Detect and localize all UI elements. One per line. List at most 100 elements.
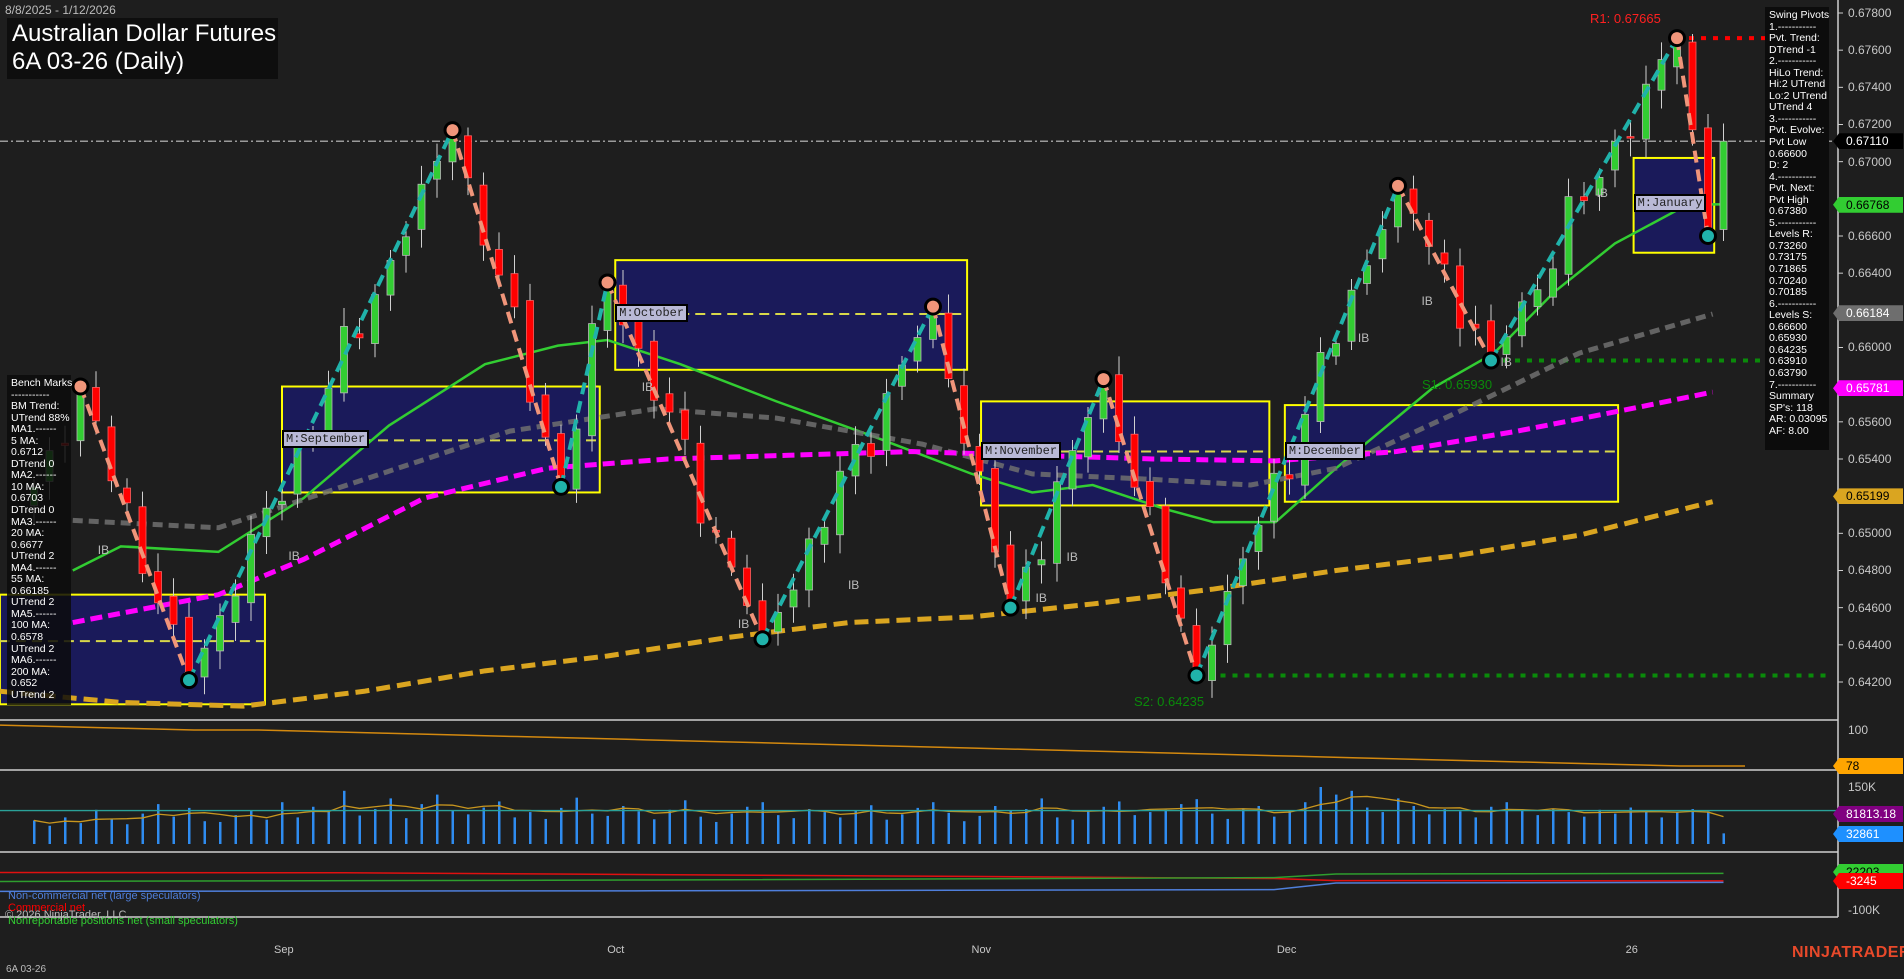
info-line: 0.6578: [11, 632, 67, 644]
candle-down: [697, 443, 704, 523]
info-line: BM Trend:: [11, 401, 67, 413]
volume-bar: [1537, 815, 1540, 844]
pivot-low-marker: [183, 674, 195, 686]
volume-badge: 81813.18: [1833, 806, 1903, 822]
volume-bar: [467, 814, 470, 844]
volume-bar: [1320, 787, 1323, 844]
candle-up: [248, 534, 255, 602]
info-line: Pvt Low: [1769, 137, 1825, 149]
volume-bar: [545, 819, 548, 844]
s1-label: S1: 0.65930: [1422, 377, 1492, 392]
candle-down: [1627, 137, 1634, 139]
volume-bar: [1583, 817, 1586, 844]
candle-down: [992, 468, 999, 551]
candle-up: [1534, 290, 1541, 307]
ib-label: IB: [642, 380, 653, 394]
volume-bar: [219, 822, 222, 844]
volume-bar: [1087, 811, 1090, 844]
price-axis-label: 0.67400: [1848, 80, 1891, 94]
cot-noncommercial-line: [0, 882, 1724, 891]
volume-bar: [452, 811, 455, 844]
volume-bar: [1723, 833, 1726, 844]
volume-bar: [1025, 809, 1028, 844]
pivot-high-marker: [447, 124, 459, 136]
candle-down: [868, 444, 875, 457]
date-range: 8/8/2025 - 1/12/2026: [5, 3, 116, 17]
volume-bar: [1614, 814, 1617, 844]
month-label: M:December: [1285, 442, 1365, 460]
instrument-name: Australian Dollar Futures: [12, 20, 273, 48]
candle-up: [821, 527, 828, 544]
volume-bar: [281, 802, 284, 844]
price-axis-label: 0.64400: [1848, 638, 1891, 652]
volume-bar: [824, 812, 827, 844]
candle-down: [1457, 266, 1464, 328]
pivot-low-marker: [1005, 602, 1017, 614]
volume-bar: [312, 807, 315, 844]
volume-bar: [328, 812, 331, 844]
volume-bar: [374, 809, 377, 844]
ib-label: IB: [1421, 294, 1432, 308]
volume-bar: [591, 814, 594, 844]
price-badge: 0.65199: [1833, 488, 1903, 504]
volume-bar: [126, 824, 129, 844]
ib-label: IB: [1036, 591, 1047, 605]
price-chart[interactable]: [0, 0, 1904, 979]
volume-bar: [204, 821, 207, 844]
candle-down: [961, 386, 968, 444]
volume-bar: [901, 814, 904, 844]
volume-bar: [638, 811, 641, 844]
info-line: AF: 8.00: [1769, 426, 1825, 438]
month-label: M:November: [981, 442, 1061, 460]
candle-up: [1333, 344, 1340, 356]
pivot-high-marker: [927, 301, 939, 313]
swing-pivots-panel: Swing Pivots1.-----------Pvt. Trend:DTre…: [1765, 7, 1829, 450]
info-line: D: 2: [1769, 160, 1825, 172]
candle-down: [480, 185, 487, 245]
cot-badge: -3245: [1833, 873, 1903, 889]
price-axis-label: 0.66400: [1848, 266, 1891, 280]
volume-bar: [1552, 809, 1555, 844]
candle-down: [511, 274, 518, 307]
volume-bar: [1149, 812, 1152, 844]
instrument-period: 6A 03-26 (Daily): [12, 48, 273, 76]
month-label: M:September: [282, 430, 369, 448]
candle-down: [356, 334, 363, 338]
price-axis-label: 0.67200: [1848, 117, 1891, 131]
candle-down: [496, 249, 503, 275]
volume-bar: [483, 808, 486, 844]
volume-bar: [1707, 811, 1710, 844]
info-line: Bench Marks: [11, 378, 67, 390]
volume-bar: [793, 818, 796, 844]
volume-bar: [1103, 807, 1106, 844]
volume-bar: [1258, 806, 1261, 844]
price-axis-label: 0.64200: [1848, 675, 1891, 689]
price-axis-label: 0.65600: [1848, 415, 1891, 429]
info-line: 2.-----------: [1769, 56, 1825, 68]
candle-down: [682, 410, 689, 439]
volume-bar: [1382, 812, 1385, 844]
volume-bar: [855, 811, 858, 844]
osc-badge: 78: [1833, 758, 1903, 774]
volume-bar: [1444, 809, 1447, 844]
info-line: Summary: [1769, 391, 1825, 403]
volume-bar: [1196, 799, 1199, 844]
volume-bar: [359, 816, 362, 845]
price-axis-label: 0.65000: [1848, 526, 1891, 540]
pivot-low-marker: [757, 633, 769, 645]
candle-up: [403, 237, 410, 256]
volume-bar: [917, 808, 920, 844]
volume-bar: [514, 817, 517, 844]
x-axis-label: Dec: [1277, 944, 1297, 956]
candle-up: [589, 324, 596, 436]
price-axis-label: 0.66600: [1848, 229, 1891, 243]
info-line: DTrend 0: [11, 505, 67, 517]
info-line: 0.63790: [1769, 368, 1825, 380]
volume-bar: [1134, 815, 1137, 844]
candle-down: [108, 427, 115, 481]
price-axis-label: 0.66000: [1848, 340, 1891, 354]
volume-bar: [576, 798, 579, 844]
candle-down: [1581, 197, 1588, 201]
volume-bar: [1351, 791, 1354, 844]
price-plot: [0, 29, 1838, 706]
